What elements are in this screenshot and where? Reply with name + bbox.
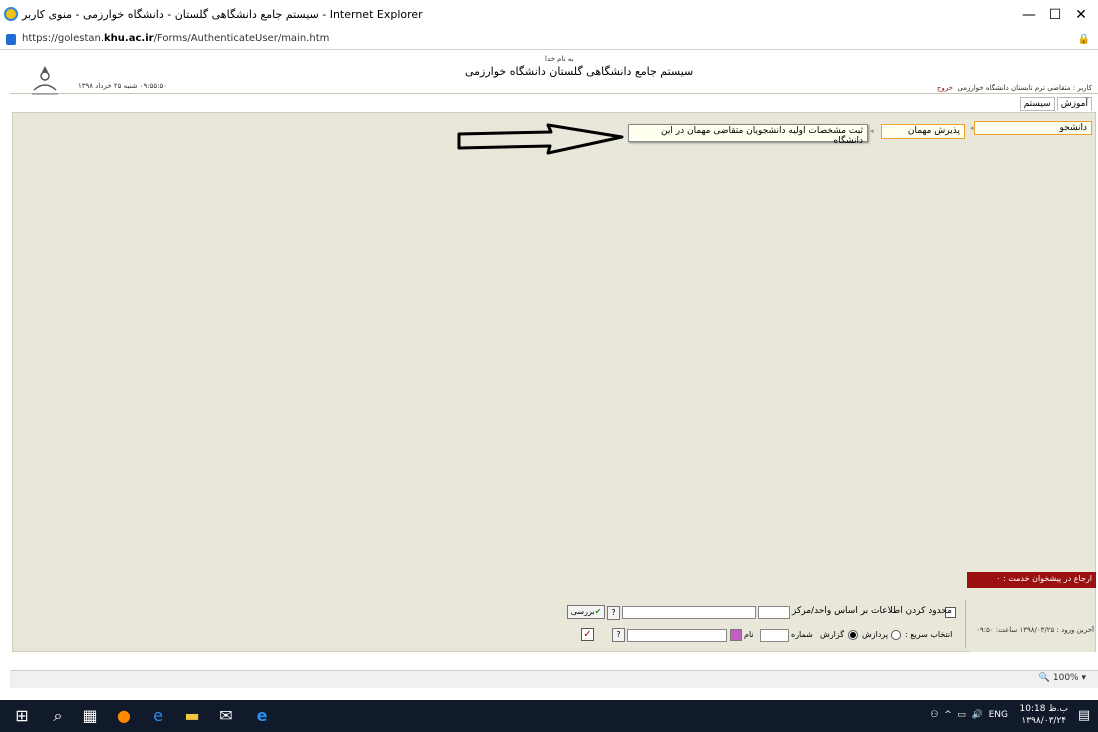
ie-icon — [4, 7, 18, 21]
firefox-icon[interactable]: ● — [106, 700, 142, 732]
report-label: گزارش — [820, 630, 845, 639]
name-input[interactable] — [627, 629, 727, 642]
confirm-check-icon[interactable]: ✓ — [581, 628, 594, 641]
unit-code-input[interactable] — [758, 606, 790, 619]
status-bar — [10, 670, 1098, 688]
url-text[interactable]: https://golestan.khu.ac.ir/Forms/Authent… — [22, 33, 329, 44]
menu-arrow-icon: ◂ — [970, 124, 974, 132]
review-label: بررسی — [570, 607, 595, 616]
check-icon: ✔ — [594, 607, 602, 616]
system-title: سیستم جامع دانشگاهی گلستان دانشگاه خوارز… — [465, 65, 694, 78]
menu-arrow-icon: ◂ — [870, 127, 874, 135]
last-login: آخرین ورود : ۱۳۹۸/۰۳/۲۵ ساعت: ۰۹:۵۰ — [976, 626, 1094, 634]
logout-link[interactable]: خروج — [937, 84, 953, 92]
task-view-icon[interactable]: ▦ — [72, 700, 108, 732]
quick-select-label: انتخاب سریع : — [905, 630, 953, 639]
window-title: سیستم جامع دانشگاهی گلستان - دانشگاه خوا… — [22, 8, 423, 21]
menu-record-guest-students[interactable]: ثبت مشخصات اولیه دانشجویان متقاضی مهمان … — [628, 124, 868, 146]
university-logo — [32, 66, 58, 95]
number-input[interactable] — [760, 629, 789, 642]
review-button[interactable]: ✔بررسی — [567, 605, 605, 619]
help-button-2[interactable]: ? — [612, 628, 625, 642]
page-header: به نام خدا سیستم جامع دانشگاهی گلستان دا… — [10, 50, 1098, 95]
language-indicator[interactable]: ENG — [989, 710, 1008, 720]
notifications-icon[interactable]: ▤ — [1066, 700, 1098, 732]
title-bar: سیستم جامع دانشگاهی گلستان - دانشگاه خوا… — [0, 0, 1098, 30]
file-explorer-icon[interactable]: ▬ — [174, 700, 210, 732]
windows-start-icon[interactable]: ⊞ — [4, 700, 40, 732]
top-tabs: آموزشسیستم — [1018, 96, 1092, 111]
user-info: کاربر : متقاضی ترم تابستان دانشگاه خوارز… — [936, 84, 1092, 92]
lookup-icon[interactable] — [730, 629, 742, 641]
content-frame — [12, 112, 1096, 652]
close-button[interactable]: ✕ — [1058, 0, 1098, 30]
search-icon[interactable]: ⌕ — [40, 700, 76, 732]
report-radio[interactable] — [848, 630, 858, 640]
mail-icon[interactable]: ✉ — [208, 700, 244, 732]
divider — [965, 600, 966, 648]
taskbar: ⊞ ⌕ ▦ ● e ▬ ✉ e ⚇ ^ ▭ 🔊 ENG 10:18 ب.ظ ۱۳۹… — [0, 700, 1098, 732]
clock[interactable]: 10:18 ب.ظ ۱۳۹۸/۰۳/۲۴ — [1020, 703, 1068, 727]
menu-guest-admission[interactable]: پذیرش مهمان — [881, 124, 965, 139]
limit-label: محدود کردن اطلاعات بر اساس واحد/مرکز — [792, 606, 952, 616]
edge-icon[interactable]: e — [140, 700, 176, 732]
name-label: نام — [744, 630, 754, 639]
address-bar[interactable]: https://golestan.khu.ac.ir/Forms/Authent… — [0, 30, 1098, 50]
zoom-control[interactable]: 🔍 100% ▾ — [1039, 673, 1086, 683]
process-radio[interactable] — [891, 630, 901, 640]
menu-student[interactable]: دانشجو — [974, 121, 1092, 135]
pointer-arrow-icon — [457, 123, 624, 155]
date-time: ۰۹:۵۵:۵۰ شنبه ۲۵ خرداد ۱۳۹۸ — [78, 82, 167, 90]
tab-system[interactable]: سیستم — [1019, 97, 1055, 111]
tab-education[interactable]: آموزش — [1056, 97, 1092, 111]
unit-name-input[interactable] — [622, 606, 756, 619]
lock-icon: 🔒 — [1077, 34, 1090, 45]
system-tray[interactable]: ⚇ ^ ▭ 🔊 ENG — [930, 710, 1008, 720]
bismillah-text: به نام خدا — [545, 55, 574, 63]
help-button[interactable]: ? — [607, 606, 620, 620]
internet-explorer-icon[interactable]: e — [244, 700, 280, 732]
process-label: پردازش — [862, 630, 889, 639]
page-icon — [6, 34, 16, 45]
referral-status[interactable]: ارجاع در پیشخوان خدمت : ۰ — [967, 572, 1096, 588]
number-label: شماره — [791, 630, 813, 639]
